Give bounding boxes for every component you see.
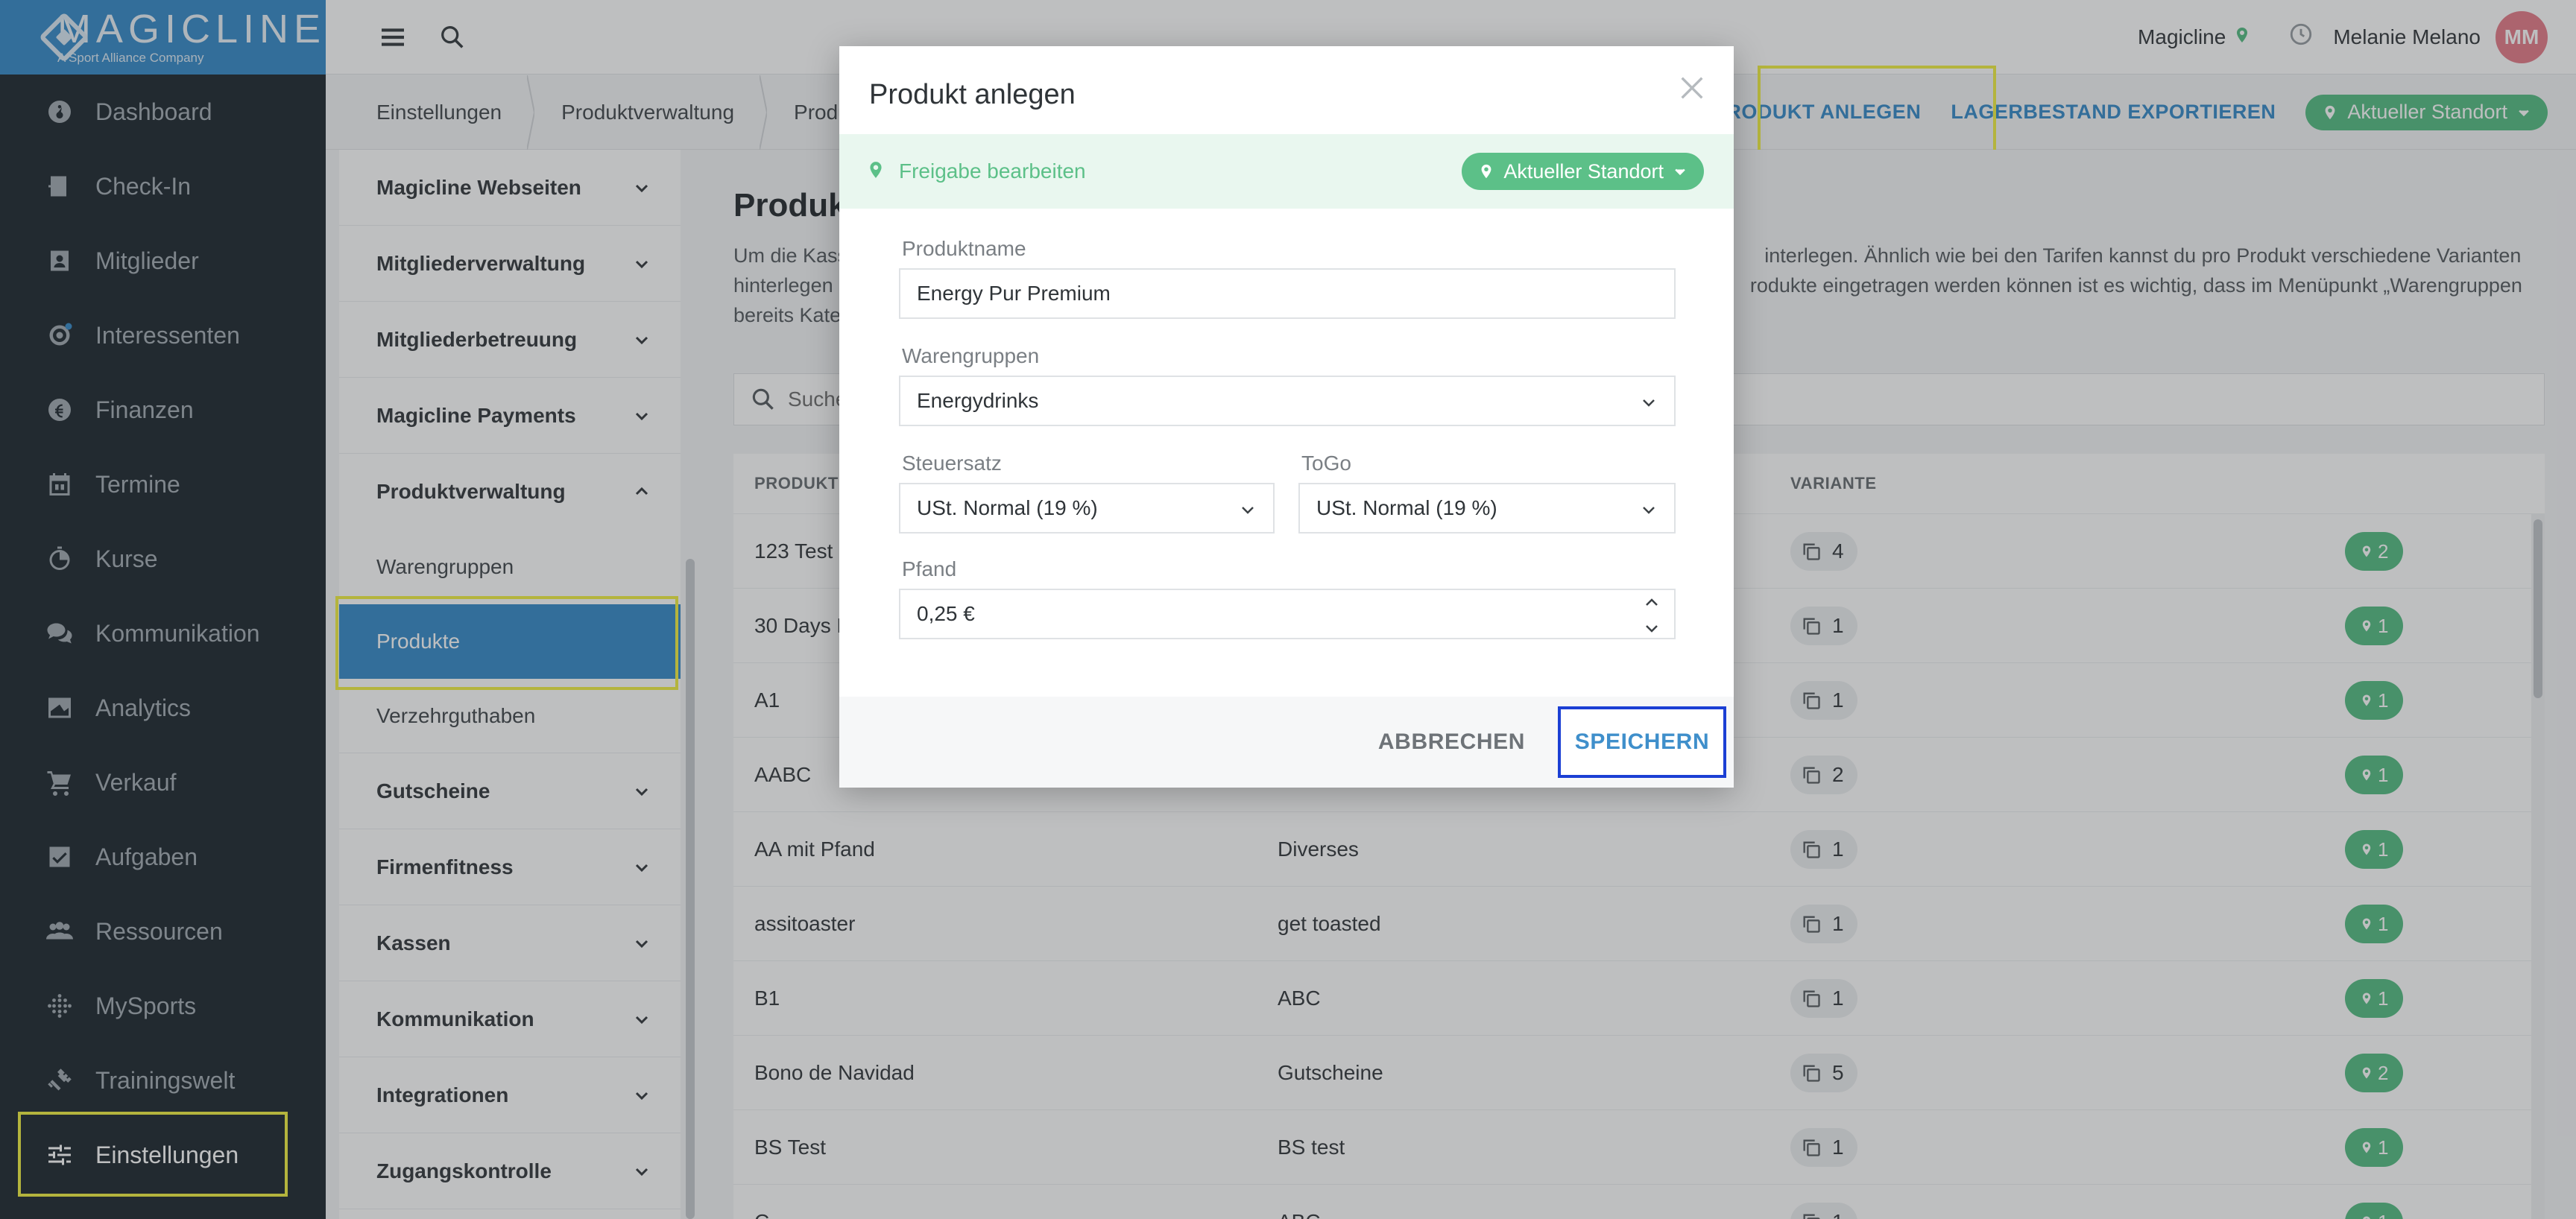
location-pin-icon — [1481, 164, 1491, 179]
close-icon[interactable] — [1677, 73, 1707, 103]
chevron-down-icon — [1242, 507, 1254, 514]
dialog-footer: ABBRECHEN SPEICHERN — [839, 697, 1734, 788]
chevron-down-icon — [1675, 168, 1685, 176]
chevron-down-icon — [1643, 507, 1655, 514]
cancel-button[interactable]: ABBRECHEN — [1378, 729, 1525, 755]
product-name-field[interactable]: Energy Pur Premium — [899, 268, 1676, 319]
togo-tax-select[interactable]: USt. Normal (19 %) — [1298, 483, 1676, 533]
edit-release-link[interactable]: Freigabe bearbeiten — [899, 159, 1086, 183]
product-name-label: Produktname — [902, 237, 1026, 260]
product-group-label: Warengruppen — [902, 344, 1040, 367]
chevron-down-icon — [1643, 399, 1655, 407]
tax-rate-select[interactable]: USt. Normal (19 %) — [899, 483, 1275, 533]
save-button[interactable]: SPEICHERN — [1558, 706, 1726, 778]
deposit-input[interactable]: 0,25 € — [899, 589, 1676, 639]
product-group-select[interactable]: Energydrinks — [899, 376, 1676, 426]
create-product-dialog: Produkt anlegen Freigabe bearbeiten Aktu… — [839, 46, 1734, 788]
togo-label: ToGo — [1301, 452, 1351, 475]
release-bar: Freigabe bearbeiten Aktueller Standort — [839, 134, 1734, 209]
location-pin-icon — [866, 160, 886, 183]
dialog-location-pill[interactable]: Aktueller Standort — [1462, 153, 1704, 190]
dialog-title: Produkt anlegen — [869, 79, 1076, 110]
deposit-label: Pfand — [902, 557, 957, 580]
number-stepper-icon[interactable] — [1643, 595, 1661, 636]
tax-rate-label: Steuersatz — [902, 452, 1002, 475]
